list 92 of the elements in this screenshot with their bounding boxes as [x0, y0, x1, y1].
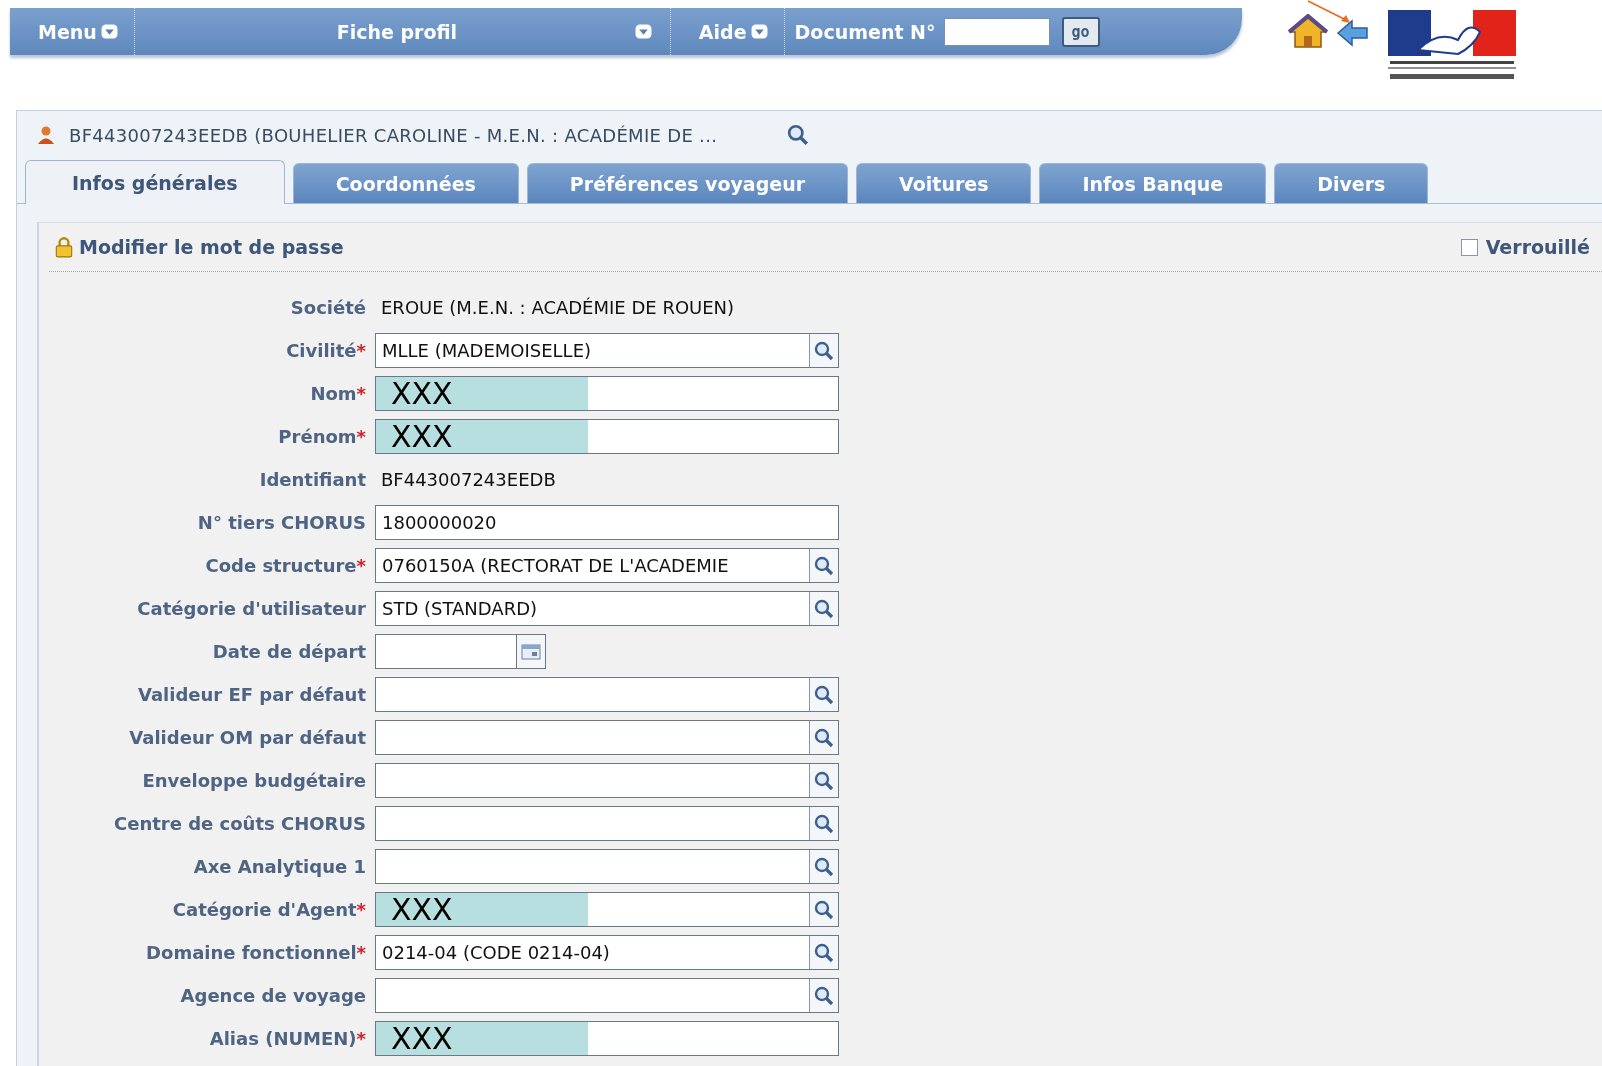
tab[interactable]: Infos générales	[25, 160, 285, 204]
field-value: STD (STANDARD)	[381, 598, 538, 619]
search-icon	[814, 813, 834, 834]
dropdown-icon	[750, 24, 768, 39]
field-value: 1800000020	[381, 512, 497, 533]
field-label: Date de départ	[212, 641, 366, 662]
document-number-field[interactable]	[943, 17, 1050, 46]
lookup-button[interactable]	[809, 893, 838, 926]
input-field[interactable]	[375, 720, 839, 755]
search-icon	[814, 598, 834, 619]
input-field[interactable]	[375, 677, 839, 712]
search-icon[interactable]	[787, 124, 810, 146]
field-label: Axe Analytique 1	[193, 856, 366, 877]
change-password-link[interactable]: Modifier le mot de passe	[79, 236, 344, 258]
search-icon	[814, 942, 834, 963]
field-value: MLLE (MADEMOISELLE)	[381, 340, 592, 361]
search-icon	[814, 340, 834, 361]
field-label: Prénom	[278, 426, 357, 447]
calendar-icon	[521, 641, 541, 662]
redacted-value: XXX	[376, 420, 588, 453]
required-mark: *	[356, 899, 366, 920]
redacted-value: XXX	[376, 377, 588, 410]
lookup-button[interactable]	[809, 721, 838, 754]
person-icon	[37, 125, 55, 145]
date-field[interactable]	[375, 634, 516, 669]
field-label: Identifiant	[259, 469, 366, 490]
dropdown-icon	[634, 24, 652, 39]
required-mark: *	[356, 340, 366, 361]
required-mark: *	[356, 555, 366, 576]
lookup-button[interactable]	[809, 764, 838, 797]
calendar-button[interactable]	[516, 634, 546, 669]
required-mark: *	[356, 383, 366, 404]
lookup-button[interactable]	[809, 678, 838, 711]
lookup-button[interactable]	[809, 936, 838, 969]
lookup-button[interactable]	[809, 807, 838, 840]
input-field[interactable]: 0760150A (RECTORAT DE L'ACADEMIE	[375, 548, 839, 583]
lookup-button[interactable]	[809, 549, 838, 582]
field-label: Nom	[310, 383, 357, 404]
field-value: EROUE (M.E.N. : ACADÉMIE DE ROUEN)	[380, 297, 735, 318]
input-field[interactable]: 1800000020	[375, 505, 839, 540]
search-icon	[814, 555, 834, 576]
field-value: BF443007243EEDB	[380, 469, 556, 490]
field-label: Valideur EF par défaut	[138, 684, 366, 705]
input-field[interactable]	[375, 806, 839, 841]
input-field[interactable]: XXX	[375, 1021, 839, 1056]
required-mark: *	[356, 1028, 366, 1049]
search-icon	[814, 727, 834, 748]
field-label: Code structure	[205, 555, 357, 576]
field-label: Enveloppe budgétaire	[142, 770, 366, 791]
redacted-value: XXX	[376, 1022, 588, 1055]
lookup-button[interactable]	[809, 979, 838, 1012]
search-icon	[814, 770, 834, 791]
input-field[interactable]: XXX	[375, 892, 839, 927]
search-icon	[814, 856, 834, 877]
required-mark: *	[356, 426, 366, 447]
input-field[interactable]	[375, 849, 839, 884]
padlock-icon	[55, 236, 73, 258]
field-label: Civilité	[286, 340, 357, 361]
field-value: 0214-04 (CODE 0214-04)	[381, 942, 610, 963]
locked-checkbox[interactable]	[1460, 238, 1478, 256]
search-icon	[814, 899, 834, 920]
profile-title: BF443007243EEDB (BOUHELIER CAROLINE - M.E.N. : ACADÉMIE DE ...	[69, 124, 718, 146]
lookup-button[interactable]	[809, 850, 838, 883]
locked-label: Verrouillé	[1485, 236, 1590, 258]
search-icon	[814, 684, 834, 705]
input-field[interactable]: 0214-04 (CODE 0214-04)	[375, 935, 839, 970]
dropdown-icon	[100, 24, 118, 39]
lookup-button[interactable]	[809, 592, 838, 625]
field-label: N° tiers CHORUS	[197, 512, 366, 533]
field-value: 0760150A (RECTORAT DE L'ACADEMIE	[381, 555, 729, 576]
input-field[interactable]	[375, 978, 839, 1013]
field-label: Domaine fonctionnel	[146, 942, 357, 963]
house-icon[interactable]	[1288, 14, 1328, 50]
go-button[interactable]: go	[1061, 16, 1100, 47]
input-field[interactable]: MLLE (MADEMOISELLE)	[375, 333, 839, 368]
field-label: Alias (NUMEN)	[209, 1028, 357, 1049]
field-label: Société	[290, 297, 366, 318]
input-field[interactable]	[375, 763, 839, 798]
redacted-value: XXX	[376, 893, 588, 926]
field-label: Catégorie d'Agent	[172, 899, 357, 920]
field-label: Agence de voyage	[180, 985, 366, 1006]
back-arrow-icon[interactable]	[1336, 18, 1370, 48]
input-field[interactable]: XXX	[375, 376, 839, 411]
search-icon	[814, 985, 834, 1006]
input-field[interactable]: XXX	[375, 419, 839, 454]
input-field[interactable]: STD (STANDARD)	[375, 591, 839, 626]
field-label: Centre de coûts CHORUS	[114, 813, 366, 834]
field-label: Valideur OM par défaut	[129, 727, 366, 748]
lookup-button[interactable]	[809, 334, 838, 367]
document-number-label: Document N°	[794, 20, 936, 43]
field-label: Catégorie d'utilisateur	[137, 598, 366, 619]
required-mark: *	[356, 942, 366, 963]
